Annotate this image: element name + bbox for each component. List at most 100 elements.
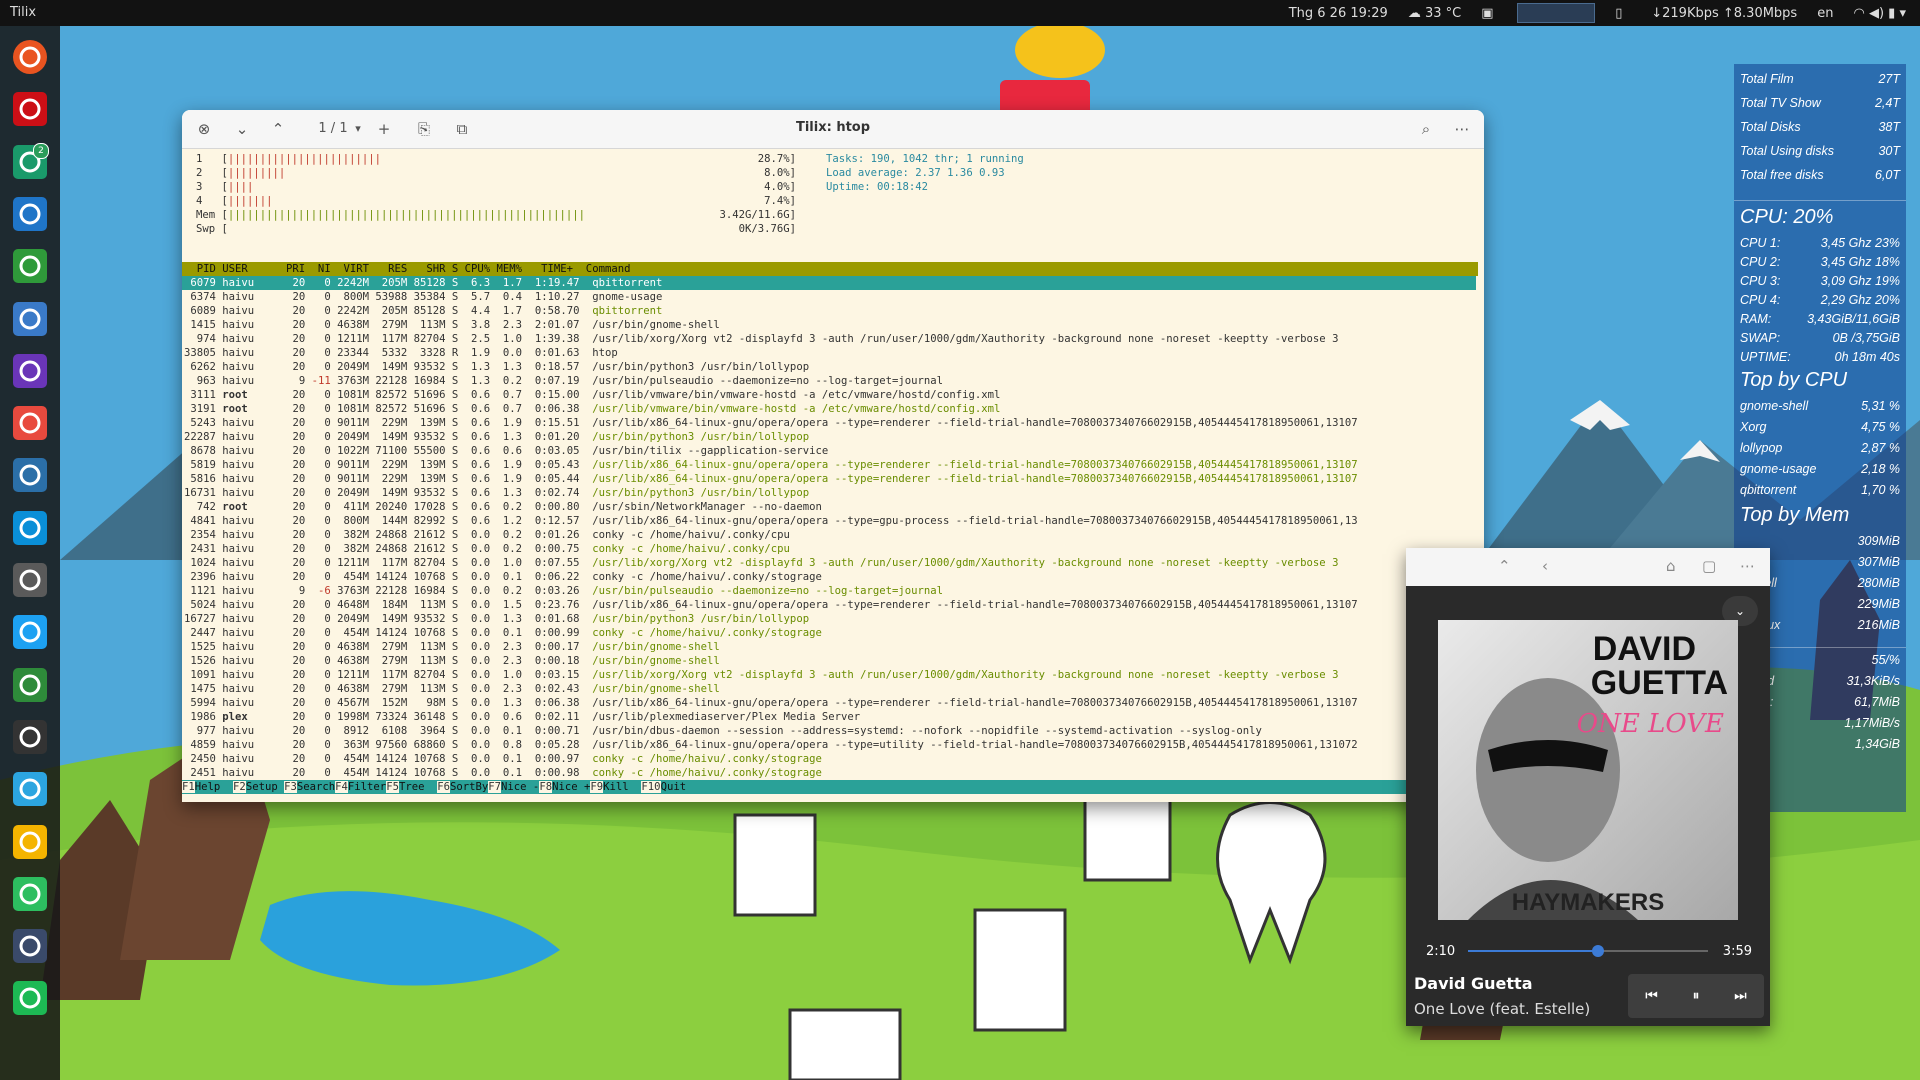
keyboard-layout[interactable]: en — [1817, 6, 1833, 21]
fkey-label[interactable]: Tree — [399, 781, 437, 793]
launcher-item[interactable] — [7, 871, 53, 917]
album-cover-art[interactable]: DAVID GUETTA ONE LOVE HAYMAKERS — [1438, 620, 1738, 920]
fkey-label[interactable]: Filter — [348, 781, 386, 793]
process-row[interactable]: 963 haivu 9 -11 3763M 22128 16984 S 1.3 … — [182, 374, 1476, 388]
network-speed[interactable]: ↓219Kbps ↑8.30Mbps — [1651, 6, 1797, 21]
process-row[interactable]: 1525 haivu 20 0 4638M 279M 113M S 0.0 2.… — [182, 640, 1476, 654]
launcher-item[interactable] — [7, 191, 53, 237]
process-row[interactable]: 977 haivu 20 0 8912 6108 3964 S 0.0 0.1 … — [182, 724, 1476, 738]
process-list[interactable]: 6079 haivu 20 0 2242M 205M 85128 S 6.3 1… — [182, 276, 1476, 780]
process-row[interactable]: 16731 haivu 20 0 2049M 149M 93532 S 0.6 … — [182, 486, 1476, 500]
process-row[interactable]: 4859 haivu 20 0 363M 97560 68860 S 0.0 0… — [182, 738, 1476, 752]
process-row[interactable]: 33805 haivu 20 0 23344 5332 3328 R 1.9 0… — [182, 346, 1476, 360]
process-table-header[interactable]: PID USER PRI NI VIRT RES SHR S CPU% MEM%… — [182, 262, 1478, 276]
more-options-icon[interactable]: ⋯ — [1452, 119, 1472, 139]
function-key-bar[interactable]: F1Help F2Setup F3SearchF4FilterF5Tree F6… — [182, 780, 1476, 794]
tilix-terminal-window[interactable]: ⊗ ⌄ ⌃ 1 / 1 ▾ + ⎘ ⧉ Tilix: htop ⌕ ⋯ 1 [|… — [182, 110, 1484, 802]
htop-output[interactable]: 1 [|||||||||||||||||||||||| 28.7%] 2 [||||… — [182, 148, 1484, 802]
launcher-item[interactable]: 2 — [7, 139, 53, 185]
process-row[interactable]: 1024 haivu 20 0 1211M 117M 82704 S 0.0 1… — [182, 556, 1476, 570]
album-icon[interactable]: ▢ — [1702, 557, 1716, 575]
process-row[interactable]: 5816 haivu 20 0 9011M 229M 139M S 0.6 1.… — [182, 472, 1476, 486]
process-row[interactable]: 8678 haivu 20 0 1022M 71100 55500 S 0.6 … — [182, 444, 1476, 458]
process-row[interactable]: 3111 root 20 0 1081M 82572 51696 S 0.6 0… — [182, 388, 1476, 402]
process-row[interactable]: 16727 haivu 20 0 2049M 149M 93532 S 0.0 … — [182, 612, 1476, 626]
process-row[interactable]: 1526 haivu 20 0 4638M 279M 113M S 0.0 2.… — [182, 654, 1476, 668]
process-row[interactable]: 1475 haivu 20 0 4638M 279M 113M S 0.0 2.… — [182, 682, 1476, 696]
image-icon[interactable]: ▣ — [1481, 6, 1497, 21]
fkey-label[interactable]: Quit — [661, 781, 699, 793]
process-row[interactable]: 1121 haivu 9 -6 3763M 22128 16984 S 0.0 … — [182, 584, 1476, 598]
process-pid: 16731 — [184, 487, 223, 499]
lollypop-player-window[interactable]: ⌃ ‹ ⌂ ▢ ⋯ ⌄ DAVID GUETTA ONE LOVE HAYMAK… — [1406, 548, 1770, 1026]
seek-bar-handle[interactable] — [1591, 945, 1604, 957]
fkey-label[interactable]: Nice + — [552, 781, 590, 793]
launcher-item[interactable] — [7, 609, 53, 655]
track-title[interactable]: One Love (feat. Estelle) — [1414, 1000, 1590, 1018]
launcher-item[interactable] — [7, 766, 53, 812]
process-row[interactable]: 1091 haivu 20 0 1211M 117M 82704 S 0.0 1… — [182, 668, 1476, 682]
launcher-item[interactable] — [7, 923, 53, 969]
process-row[interactable]: 1986 plex 20 0 1998M 73324 36148 S 0.0 0… — [182, 710, 1476, 724]
fkey-label[interactable]: Nice - — [501, 781, 539, 793]
chevron-up-icon[interactable]: ⌃ — [1498, 557, 1511, 575]
process-stats: 411M 20240 17028 S 0.6 0.2 0:00.80 — [330, 501, 593, 513]
fkey-label[interactable]: Setup — [246, 781, 284, 793]
launcher-item[interactable] — [7, 400, 53, 446]
clipboard-icon[interactable]: ▯ — [1615, 6, 1631, 21]
process-row[interactable]: 4841 haivu 20 0 800M 144M 82992 S 0.6 1.… — [182, 514, 1476, 528]
search-icon[interactable]: ⌕ — [1416, 119, 1436, 139]
launcher-item[interactable] — [7, 819, 53, 865]
launcher-item[interactable] — [7, 348, 53, 394]
process-command: /usr/bin/python3 /usr/bin/lollypop — [592, 613, 810, 625]
system-monitor-graph[interactable] — [1517, 3, 1596, 23]
process-user: haivu — [222, 473, 280, 485]
launcher-item[interactable] — [7, 557, 53, 603]
launcher-item[interactable] — [7, 975, 53, 1021]
next-track-icon[interactable]: ⏭ — [1734, 988, 1747, 1004]
fkey-label[interactable]: Help — [195, 781, 233, 793]
process-row[interactable]: 2431 haivu 20 0 382M 24868 21612 S 0.0 0… — [182, 542, 1476, 556]
launcher-item[interactable] — [7, 452, 53, 498]
seek-bar[interactable] — [1468, 945, 1708, 957]
process-stats: 4648M 184M 113M S 0.0 1.5 0:23.76 — [330, 599, 593, 611]
process-row[interactable]: 2451 haivu 20 0 454M 14124 10768 S 0.0 0… — [182, 766, 1476, 780]
process-row[interactable]: 5243 haivu 20 0 9011M 229M 139M S 0.6 1.… — [182, 416, 1476, 430]
process-row[interactable]: 2354 haivu 20 0 382M 24868 21612 S 0.0 0… — [182, 528, 1476, 542]
process-row[interactable]: 5819 haivu 20 0 9011M 229M 139M S 0.6 1.… — [182, 458, 1476, 472]
active-app-name[interactable]: Tilix — [10, 5, 36, 20]
process-row[interactable]: 22287 haivu 20 0 2049M 149M 93532 S 0.6 … — [182, 430, 1476, 444]
launcher-item[interactable] — [7, 662, 53, 708]
fkey-label[interactable]: Search — [297, 781, 335, 793]
pause-icon[interactable]: ⏸ — [1693, 988, 1700, 1004]
fkey-label[interactable]: SortBy — [450, 781, 488, 793]
process-row[interactable]: 6262 haivu 20 0 2049M 149M 93532 S 1.3 1… — [182, 360, 1476, 374]
launcher-item[interactable] — [7, 243, 53, 289]
system-tray[interactable]: ◠ ◀) ▮ ▾ — [1853, 6, 1906, 21]
clock[interactable]: Thg 6 26 19:29 — [1289, 6, 1388, 21]
process-row[interactable]: 2447 haivu 20 0 454M 14124 10768 S 0.0 0… — [182, 626, 1476, 640]
process-row[interactable]: 2450 haivu 20 0 454M 14124 10768 S 0.0 0… — [182, 752, 1476, 766]
track-artist[interactable]: David Guetta — [1414, 974, 1532, 993]
process-row[interactable]: 5994 haivu 20 0 4567M 152M 98M S 0.0 1.3… — [182, 696, 1476, 710]
process-row[interactable]: 742 root 20 0 411M 20240 17028 S 0.6 0.2… — [182, 500, 1476, 514]
back-icon[interactable]: ‹ — [1542, 557, 1548, 575]
process-row[interactable]: 3191 root 20 0 1081M 82572 51696 S 0.6 0… — [182, 402, 1476, 416]
process-row[interactable]: 974 haivu 20 0 1211M 117M 82704 S 2.5 1.… — [182, 332, 1476, 346]
process-row[interactable]: 6374 haivu 20 0 800M 53988 35384 S 5.7 0… — [182, 290, 1476, 304]
process-row[interactable]: 2396 haivu 20 0 454M 14124 10768 S 0.0 0… — [182, 570, 1476, 584]
process-row[interactable]: 5024 haivu 20 0 4648M 184M 113M S 0.0 1.… — [182, 598, 1476, 612]
home-icon[interactable]: ⌂ — [1666, 557, 1676, 575]
launcher-item[interactable] — [7, 86, 53, 132]
process-row[interactable]: 6079 haivu 20 0 2242M 205M 85128 S 6.3 1… — [182, 276, 1476, 290]
weather-indicator[interactable]: ☁ 33 °C — [1408, 6, 1461, 21]
process-row[interactable]: 6089 haivu 20 0 2242M 205M 85128 S 4.4 1… — [182, 304, 1476, 318]
launcher-item[interactable] — [7, 34, 53, 80]
launcher-item[interactable] — [7, 505, 53, 551]
more-options-icon[interactable]: ⋯ — [1740, 557, 1755, 575]
launcher-item[interactable] — [7, 296, 53, 342]
fkey-label[interactable]: Kill — [603, 781, 641, 793]
launcher-item[interactable] — [7, 714, 53, 760]
previous-track-icon[interactable]: ⏮ — [1645, 988, 1658, 1004]
process-row[interactable]: 1415 haivu 20 0 4638M 279M 113M S 3.8 2.… — [182, 318, 1476, 332]
